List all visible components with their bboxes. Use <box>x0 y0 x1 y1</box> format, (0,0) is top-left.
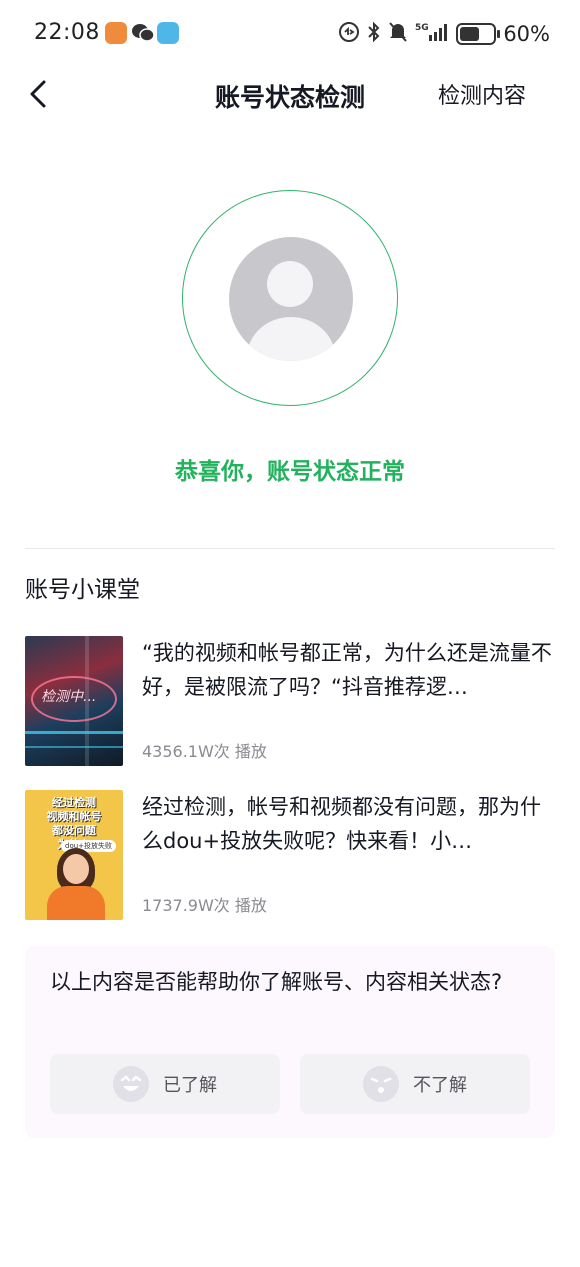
divider <box>25 548 555 549</box>
battery-level <box>460 27 479 41</box>
svg-text:5G: 5G <box>415 23 429 33</box>
section-title: 账号小课堂 <box>25 577 140 603</box>
book-app-icon <box>157 22 179 44</box>
course-thumbnail: 经过检测 视频和帐号 都没问题 为什么 dou+投放失败 <box>25 790 123 920</box>
check-content-button[interactable]: 检测内容 <box>438 78 526 110</box>
nav-bar: 账号状态检测 检测内容 <box>0 68 580 120</box>
status-time: 22:08 <box>34 20 100 45</box>
wechat-icon <box>131 22 155 44</box>
status-bar: 22:08 5G 60% <box>0 0 580 68</box>
status-indicators: 5G 60% <box>338 20 550 48</box>
notification-app-icon <box>105 22 127 44</box>
avatar-ring <box>182 190 398 406</box>
avatar-head-shape <box>267 261 313 307</box>
course-item[interactable]: 经过检测 视频和帐号 都没问题 为什么 dou+投放失败 经过检测，帐号和视频都… <box>25 790 555 920</box>
course-thumbnail: 检测中... <box>25 636 123 766</box>
avatar-body-shape <box>247 317 335 361</box>
avatar <box>229 237 353 361</box>
understood-button[interactable]: 已了解 <box>50 1054 280 1114</box>
thumbnail-caption: 检测中... <box>41 689 97 705</box>
course-title: “我的视频和帐号都正常，为什么还是流量不好，是被限流了吗？“抖音推荐逻… <box>142 641 552 699</box>
confused-face-icon <box>363 1066 399 1102</box>
feedback-question: 以上内容是否能帮助你了解账号、内容相关状态? <box>50 970 503 994</box>
happy-face-icon <box>113 1066 149 1102</box>
course-title: 经过检测，帐号和视频都没有问题，那为什么dou+投放失败呢？快来看！小… <box>142 795 541 853</box>
nfc-icon <box>338 21 360 47</box>
course-views: 4356.1W次 播放 <box>142 742 267 761</box>
course-item[interactable]: 检测中... “我的视频和帐号都正常，为什么还是流量不好，是被限流了吗？“抖音推… <box>25 636 555 766</box>
understood-label: 已了解 <box>163 1075 217 1096</box>
not-understood-label: 不了解 <box>413 1075 467 1096</box>
account-status-message: 恭喜你，账号状态正常 <box>175 459 405 485</box>
battery-percent: 60% <box>503 22 550 46</box>
mute-bell-icon <box>388 21 408 47</box>
battery-icon <box>456 23 501 45</box>
feedback-card: 以上内容是否能帮助你了解账号、内容相关状态? 已了解 不了解 <box>25 946 555 1138</box>
course-views: 1737.9W次 播放 <box>142 896 267 915</box>
not-understood-button[interactable]: 不了解 <box>300 1054 530 1114</box>
bluetooth-icon <box>367 21 381 47</box>
signal-5g-icon: 5G <box>415 21 449 47</box>
